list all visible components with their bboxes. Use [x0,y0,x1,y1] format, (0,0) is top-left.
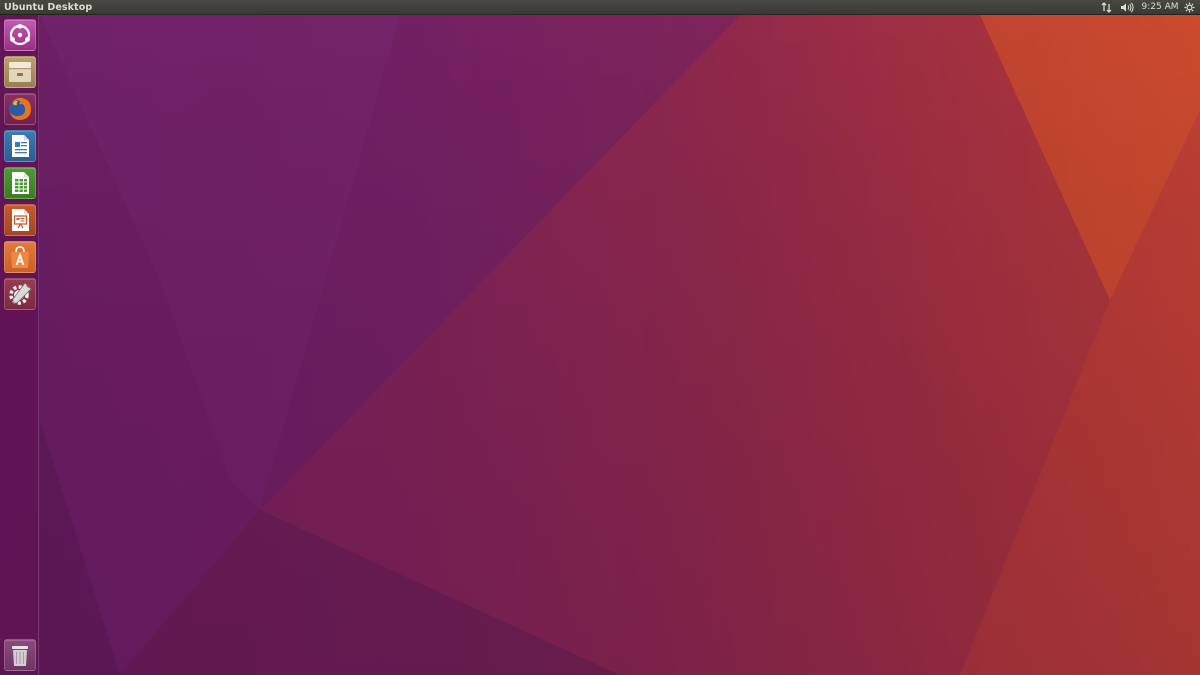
launcher [0,15,39,675]
clock[interactable]: 9:25 AM [1140,0,1180,15]
libreoffice-writer-icon [12,135,29,157]
sound-icon[interactable] [1119,0,1135,15]
launcher-calc-button[interactable] [4,167,36,199]
libreoffice-calc-icon [12,172,29,194]
top-panel: Ubuntu Desktop 9:25 AM [0,0,1200,15]
launcher-trash-button[interactable] [4,639,36,671]
ubuntu-logo-icon [9,23,31,46]
session-gear-icon[interactable] [1182,0,1197,15]
firefox-icon [9,97,31,120]
launcher-writer-button[interactable] [4,130,36,162]
window-title: Ubuntu Desktop [4,2,93,13]
file-cabinet-icon [9,62,31,82]
libreoffice-impress-icon [12,209,29,231]
trash-icon [12,646,28,666]
launcher-files-button[interactable] [4,56,36,88]
launcher-impress-button[interactable] [4,204,36,236]
launcher-software-button[interactable] [4,241,36,273]
launcher-settings-button[interactable] [4,278,36,310]
ubuntu-software-icon [11,246,29,268]
desktop-screen: Ubuntu Desktop 9:25 AM [0,0,1200,675]
launcher-dash-button[interactable] [4,19,36,51]
desktop-wallpaper [0,0,1200,675]
launcher-firefox-button[interactable] [4,93,36,125]
system-settings-icon [9,282,32,305]
network-icon[interactable] [1099,0,1113,15]
